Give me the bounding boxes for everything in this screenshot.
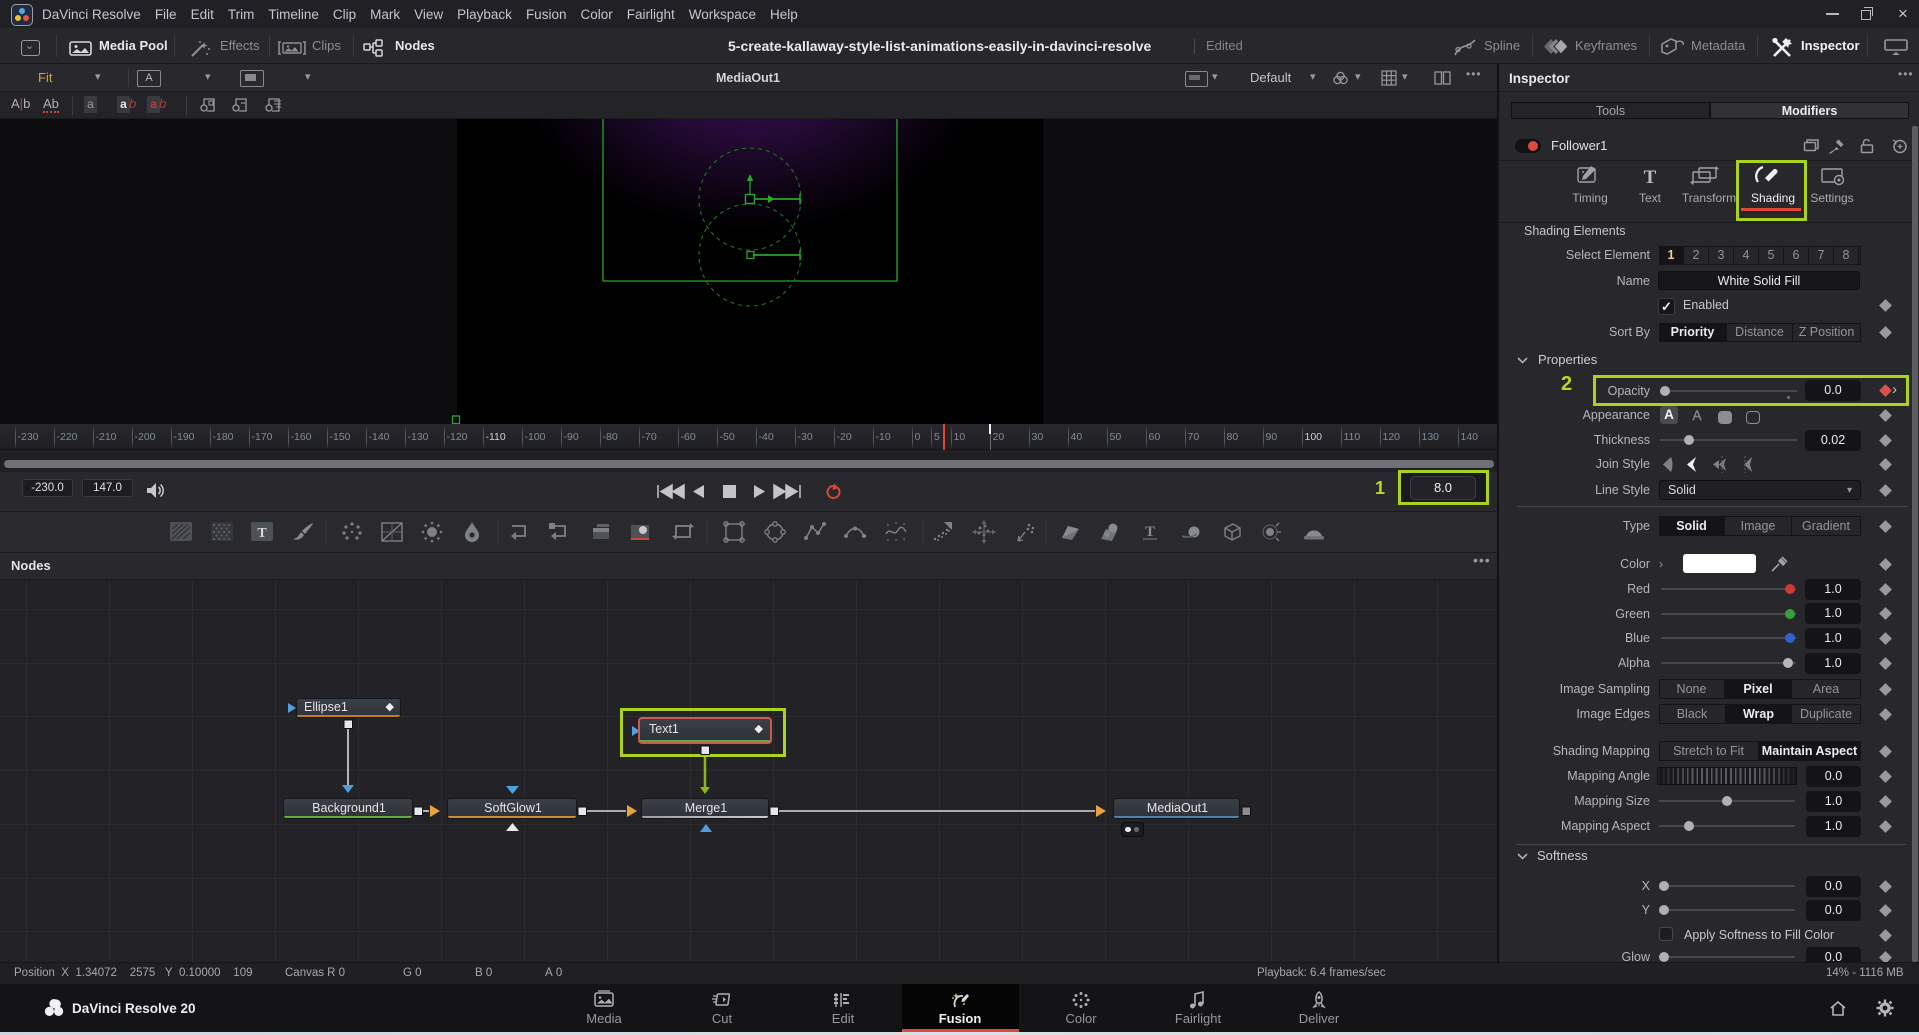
svg-text:T: T (1145, 524, 1155, 540)
svg-text:T: T (257, 526, 267, 541)
svg-text:T: T (1644, 167, 1657, 188)
